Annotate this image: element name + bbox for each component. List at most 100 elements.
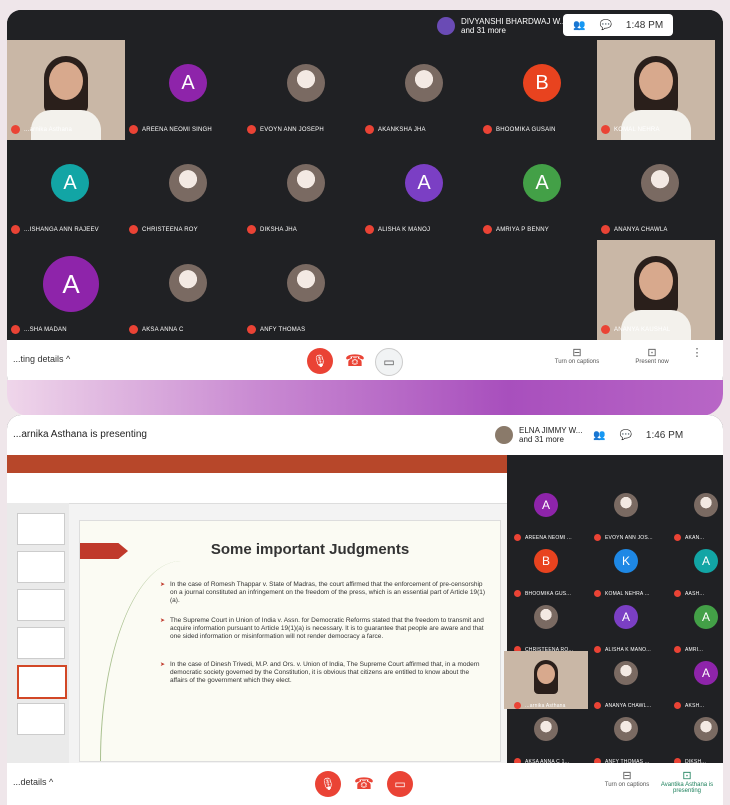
- mic-muted-icon: [365, 225, 374, 234]
- chat-icon[interactable]: 💬: [619, 430, 631, 441]
- meet-screenshot-grid: DIVYANSHI BHARDWAJ W... and 31 more 👥 💬 …: [7, 10, 723, 390]
- participant-name-text: AASH...: [685, 590, 705, 597]
- participant-name: AASH...: [674, 590, 704, 597]
- participant-tile[interactable]: AKSA ANNA C: [125, 240, 243, 340]
- participant-tile[interactable]: DIKSH...: [672, 711, 723, 769]
- camera-icon[interactable]: ▭: [375, 348, 403, 376]
- participant-name: AKSH...: [674, 702, 704, 709]
- participant-tile[interactable]: CHRISTEENA RO...: [512, 599, 582, 657]
- participant-name: DIKSHA JHA: [247, 225, 297, 234]
- slide-thumb[interactable]: [17, 703, 65, 735]
- mic-muted-icon: [594, 646, 601, 653]
- camera-off-icon[interactable]: ▭: [387, 771, 413, 797]
- meeting-details-button[interactable]: ...ting details ^: [13, 354, 70, 364]
- participant-tile[interactable]: A AASH...: [672, 543, 723, 601]
- participant-tile[interactable]: A AREENA NEOMI SINGH: [125, 40, 243, 140]
- participant-tile[interactable]: K KOMAL NEHRA ...: [592, 543, 662, 601]
- participant-tile[interactable]: A ...ISHANGA ANN RAJEEV: [7, 140, 125, 240]
- participant-tile[interactable]: EVOYN ANN JOSEPH: [243, 40, 361, 140]
- participant-name: AKAN...: [674, 534, 704, 541]
- participant-avatar: [614, 661, 638, 685]
- participants-chip[interactable]: ELNA JIMMY W... and 31 more: [495, 423, 582, 447]
- presenting-label: Avantika Asthana is presenting: [660, 782, 714, 794]
- participant-tile[interactable]: KOMAL NEHRA: [597, 40, 715, 140]
- participant-tile[interactable]: A ALISHA K MANO...: [592, 599, 662, 657]
- participant-avatar: A: [534, 493, 558, 517]
- participant-avatar: [694, 493, 718, 517]
- participant-tile[interactable]: A AMRI...: [672, 599, 723, 657]
- meet-screenshot-presenting: ...arnika Asthana is presenting ELNA JIM…: [7, 415, 723, 805]
- mic-muted-icon: [594, 702, 601, 709]
- chat-icon[interactable]: 💬: [599, 20, 611, 31]
- captions-icon: ⊟: [572, 347, 582, 359]
- participant-avatar: A: [523, 164, 561, 202]
- slide-thumb[interactable]: [17, 513, 65, 545]
- participant-tile[interactable]: ANANYA CHAWLA: [597, 140, 715, 240]
- participant-avatar: A: [43, 256, 99, 312]
- participant-tile[interactable]: AKAN...: [672, 487, 723, 545]
- hang-up-icon[interactable]: ☎: [351, 771, 377, 797]
- participant-avatar: B: [534, 549, 558, 573]
- mic-muted-icon: [11, 225, 20, 234]
- meeting-details-button[interactable]: ...details ^: [13, 777, 53, 787]
- mic-muted-icon: [601, 225, 610, 234]
- mic-muted-icon: [601, 325, 610, 334]
- participant-tile[interactable]: A AKSH...: [672, 655, 723, 713]
- participant-tile[interactable]: ANFY THOMAS ...: [592, 711, 662, 769]
- participant-avatar: [534, 717, 558, 741]
- participant-tile[interactable]: AKSA ANNA C 1...: [512, 711, 582, 769]
- participant-name-text: AKSH...: [685, 702, 705, 709]
- participants-chip[interactable]: DIVYANSHI BHARDWAJ W... and 31 more: [437, 14, 566, 38]
- present-button[interactable]: ⊡ Present now: [622, 346, 682, 365]
- slide-thumb-selected[interactable]: [17, 665, 67, 699]
- participant-tile[interactable]: ANFY THOMAS: [243, 240, 361, 340]
- participant-name-text: EVOYN ANN JOS...: [605, 534, 653, 541]
- participant-tile[interactable]: A AMRIYA P BENNY: [479, 140, 597, 240]
- participant-tile[interactable]: B BHOOMIKA GUSAIN: [479, 40, 597, 140]
- decorative-band: [7, 380, 723, 416]
- participant-name-text: AKAN...: [685, 534, 705, 541]
- participant-avatar: [614, 493, 638, 517]
- participant-tile[interactable]: A ALISHA K MANOJ: [361, 140, 479, 240]
- people-icon[interactable]: 👥: [593, 430, 605, 441]
- participant-name-text: DIKSHA JHA: [260, 226, 298, 233]
- mic-off-icon[interactable]: 🎙: [307, 348, 333, 374]
- mic-muted-icon: [594, 534, 601, 541]
- presenting-button[interactable]: ⊡ Avantika Asthana is presenting: [657, 769, 717, 794]
- present-icon: ⊡: [647, 347, 657, 359]
- mic-muted-icon: [514, 702, 521, 709]
- participant-name-text: ...arnika Asthana: [24, 126, 73, 133]
- participant-tile[interactable]: ...arnika Asthana: [504, 651, 588, 713]
- captions-button[interactable]: ⊟ Turn on captions: [597, 769, 657, 788]
- participant-tile[interactable]: B BHOOMIKA GUS...: [512, 543, 582, 601]
- participant-tile[interactable]: A ...SHA MADAN: [7, 240, 125, 340]
- participant-avatar: [287, 64, 325, 102]
- participant-name-text: AREENA NEOMI SINGH: [142, 126, 212, 133]
- slide-thumb[interactable]: [17, 551, 65, 583]
- present-icon: ⊡: [682, 770, 692, 782]
- captions-label: Turn on captions: [604, 782, 650, 788]
- people-icon[interactable]: 👥: [573, 20, 585, 31]
- more-options-icon[interactable]: ⋮: [682, 346, 712, 359]
- captions-button[interactable]: ⊟ Turn on captions: [547, 346, 607, 365]
- participant-tile[interactable]: ANANYA CHAWL...: [592, 655, 662, 713]
- mic-muted-icon: [483, 225, 492, 234]
- participant-tile[interactable]: ANANYA KAUSHAL: [597, 240, 715, 340]
- participant-tile[interactable]: DIKSHA JHA: [243, 140, 361, 240]
- slide-thumb[interactable]: [17, 627, 65, 659]
- participant-tile[interactable]: AKANKSHA JHA: [361, 40, 479, 140]
- mic-off-icon[interactable]: 🎙: [315, 771, 341, 797]
- captions-label: Turn on captions: [554, 359, 600, 365]
- participant-name: AMRI...: [674, 646, 703, 653]
- mic-muted-icon: [11, 125, 20, 134]
- mic-muted-icon: [601, 125, 610, 134]
- participant-avatar: [495, 426, 513, 444]
- participant-tile[interactable]: CHRISTEENA ROY: [125, 140, 243, 240]
- hang-up-icon[interactable]: ☎: [342, 348, 368, 374]
- mic-muted-icon: [674, 590, 681, 597]
- participant-tile[interactable]: EVOYN ANN JOS...: [592, 487, 662, 545]
- slide-thumb[interactable]: [17, 589, 65, 621]
- participant-tile[interactable]: A AREENA NEOMI ...: [512, 487, 582, 545]
- participant-tile[interactable]: ...arnika Asthana: [7, 40, 125, 140]
- participant-name: AKANKSHA JHA: [365, 125, 426, 134]
